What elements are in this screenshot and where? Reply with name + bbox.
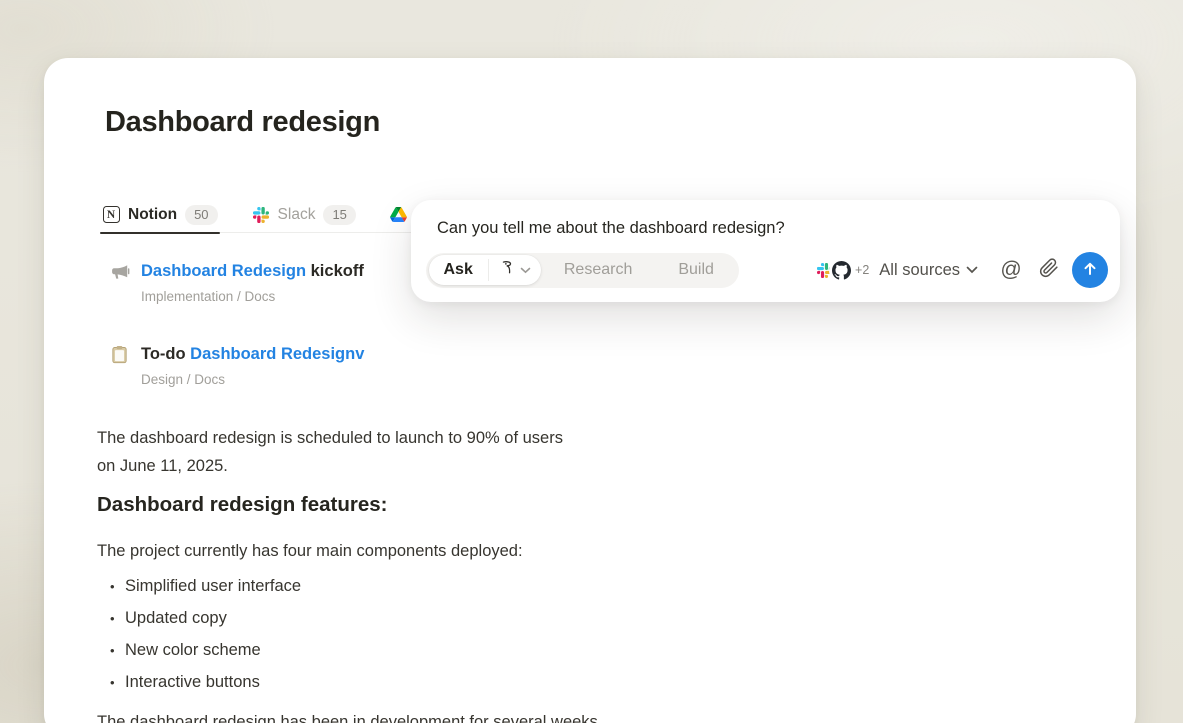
chevron-down-icon bbox=[966, 266, 978, 274]
all-sources-dropdown[interactable]: +2 All sources bbox=[814, 260, 978, 281]
chevron-down-icon bbox=[520, 261, 531, 279]
model-selector-button[interactable] bbox=[489, 259, 541, 281]
attach-file-button[interactable] bbox=[1034, 255, 1064, 285]
page-title: Dashboard redesign bbox=[105, 106, 380, 139]
ask-query-input[interactable]: Can you tell me about the dashboard rede… bbox=[437, 219, 1087, 238]
tab-slack[interactable]: Slack 15 bbox=[250, 197, 358, 232]
result-link[interactable]: Dashboard Redesignv bbox=[190, 345, 364, 363]
at-icon: @ bbox=[1000, 258, 1021, 282]
search-results: Dashboard Redesign kickoff Implementatio… bbox=[104, 261, 464, 427]
list-item[interactable]: Dashboard Redesign kickoff Implementatio… bbox=[104, 261, 464, 304]
megaphone-icon bbox=[110, 262, 130, 282]
mode-ask-button[interactable]: Ask bbox=[429, 261, 488, 279]
github-logo-icon bbox=[831, 260, 852, 281]
ai-ask-panel: Can you tell me about the dashboard rede… bbox=[411, 200, 1120, 302]
sources-label: All sources bbox=[879, 261, 960, 280]
mode-segmented-control: Ask Research Build bbox=[426, 253, 739, 288]
features-heading: Dashboard redesign features: bbox=[97, 492, 717, 518]
slack-logo-icon bbox=[252, 206, 270, 224]
notion-logo-icon: N bbox=[102, 206, 120, 224]
tab-label: Slack bbox=[278, 206, 316, 224]
ask-mode-pill: Ask bbox=[429, 255, 541, 285]
notion-ai-face-icon bbox=[499, 259, 516, 281]
main-document-card: Dashboard redesign N Notion 50 Slack 15 … bbox=[44, 58, 1136, 723]
mode-research-button[interactable]: Research bbox=[541, 261, 655, 279]
mode-build-button[interactable]: Build bbox=[655, 261, 737, 279]
tab-count-badge: 50 bbox=[185, 205, 217, 225]
tab-notion[interactable]: N Notion 50 bbox=[100, 197, 220, 232]
components-paragraph: The project currently has four main comp… bbox=[97, 537, 717, 565]
arrow-up-icon bbox=[1082, 261, 1098, 280]
list-item: Updated copy bbox=[97, 608, 717, 629]
tab-count-badge: 15 bbox=[323, 205, 355, 225]
list-item[interactable]: To-do Dashboard Redesignv Design / Docs bbox=[104, 344, 464, 387]
clipboard-icon bbox=[110, 345, 130, 365]
sources-more-badge: +2 bbox=[855, 263, 869, 277]
list-item: Simplified user interface bbox=[97, 576, 717, 597]
list-item: Interactive buttons bbox=[97, 672, 717, 693]
ask-controls-row: Ask Research Build bbox=[426, 252, 1108, 288]
tab-label: Notion bbox=[128, 206, 177, 224]
mention-button[interactable]: @ bbox=[996, 255, 1026, 285]
feature-list: Simplified user interface Updated copy N… bbox=[97, 576, 717, 693]
outro-paragraph: The dashboard redesign has been in devel… bbox=[97, 708, 717, 723]
result-link[interactable]: Dashboard Redesign bbox=[141, 262, 306, 280]
send-button[interactable] bbox=[1072, 252, 1108, 288]
result-breadcrumb: Design / Docs bbox=[141, 372, 464, 387]
document-body: The dashboard redesign is scheduled to l… bbox=[97, 424, 717, 723]
intro-paragraph: The dashboard redesign is scheduled to l… bbox=[97, 424, 717, 480]
list-item: New color scheme bbox=[97, 640, 717, 661]
paperclip-icon bbox=[1039, 258, 1059, 283]
result-title: To-do Dashboard Redesignv bbox=[141, 344, 464, 365]
google-drive-logo-icon bbox=[390, 206, 408, 224]
